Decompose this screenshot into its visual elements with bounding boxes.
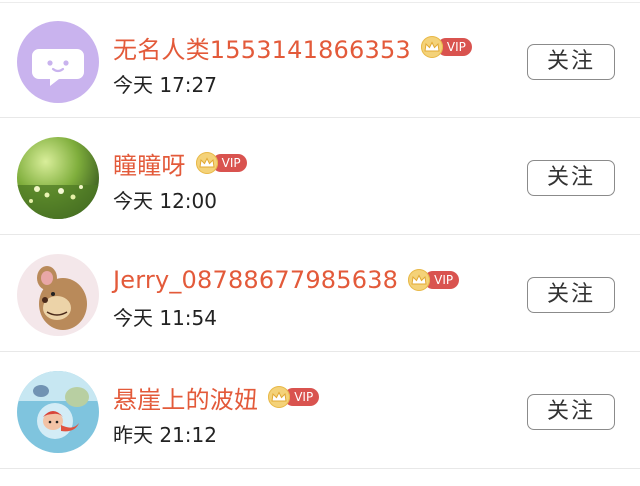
crown-icon bbox=[408, 269, 431, 291]
ponyo-avatar-icon bbox=[17, 371, 99, 453]
follower-list: 无名人类1553141866353 VIP 今天 17:27 关注 瞳瞳呀 VI… bbox=[0, 0, 640, 486]
crown-icon bbox=[420, 36, 443, 58]
list-item[interactable]: 悬崖上的波妞 VIP 昨天 21:12 关注 bbox=[0, 353, 640, 469]
username[interactable]: 悬崖上的波妞 bbox=[113, 380, 258, 415]
list-item[interactable]: Jerry_08788677985638 VIP 今天 11:54 关注 bbox=[0, 236, 640, 352]
vip-badge: VIP bbox=[408, 269, 460, 291]
timestamp: 昨天 21:12 bbox=[113, 423, 217, 447]
vip-badge: VIP bbox=[420, 36, 472, 58]
follow-button[interactable]: 关注 bbox=[527, 277, 615, 313]
crown-icon bbox=[268, 386, 291, 408]
username[interactable]: 瞳瞳呀 bbox=[113, 146, 186, 181]
avatar[interactable] bbox=[17, 254, 99, 336]
vip-badge: VIP bbox=[195, 152, 247, 174]
vip-badge: VIP bbox=[268, 386, 320, 408]
follow-button[interactable]: 关注 bbox=[527, 44, 615, 80]
list-item[interactable]: 无名人类1553141866353 VIP 今天 17:27 关注 bbox=[0, 2, 640, 118]
username[interactable]: 无名人类1553141866353 bbox=[113, 30, 411, 65]
username[interactable]: Jerry_08788677985638 bbox=[113, 266, 398, 294]
timestamp: 今天 17:27 bbox=[113, 73, 217, 97]
avatar[interactable] bbox=[17, 21, 99, 103]
crown-icon bbox=[195, 152, 218, 174]
avatar[interactable] bbox=[17, 137, 99, 219]
list-item[interactable]: 瞳瞳呀 VIP 今天 12:00 关注 bbox=[0, 119, 640, 235]
green-nature-avatar-icon bbox=[17, 137, 99, 219]
timestamp: 今天 11:54 bbox=[113, 306, 217, 330]
cartoon-mouse-avatar-icon bbox=[17, 254, 99, 336]
follow-button[interactable]: 关注 bbox=[527, 160, 615, 196]
follow-button[interactable]: 关注 bbox=[527, 394, 615, 430]
avatar[interactable] bbox=[17, 371, 99, 453]
chat-bubble-avatar-icon bbox=[17, 21, 99, 103]
timestamp: 今天 12:00 bbox=[113, 189, 217, 213]
